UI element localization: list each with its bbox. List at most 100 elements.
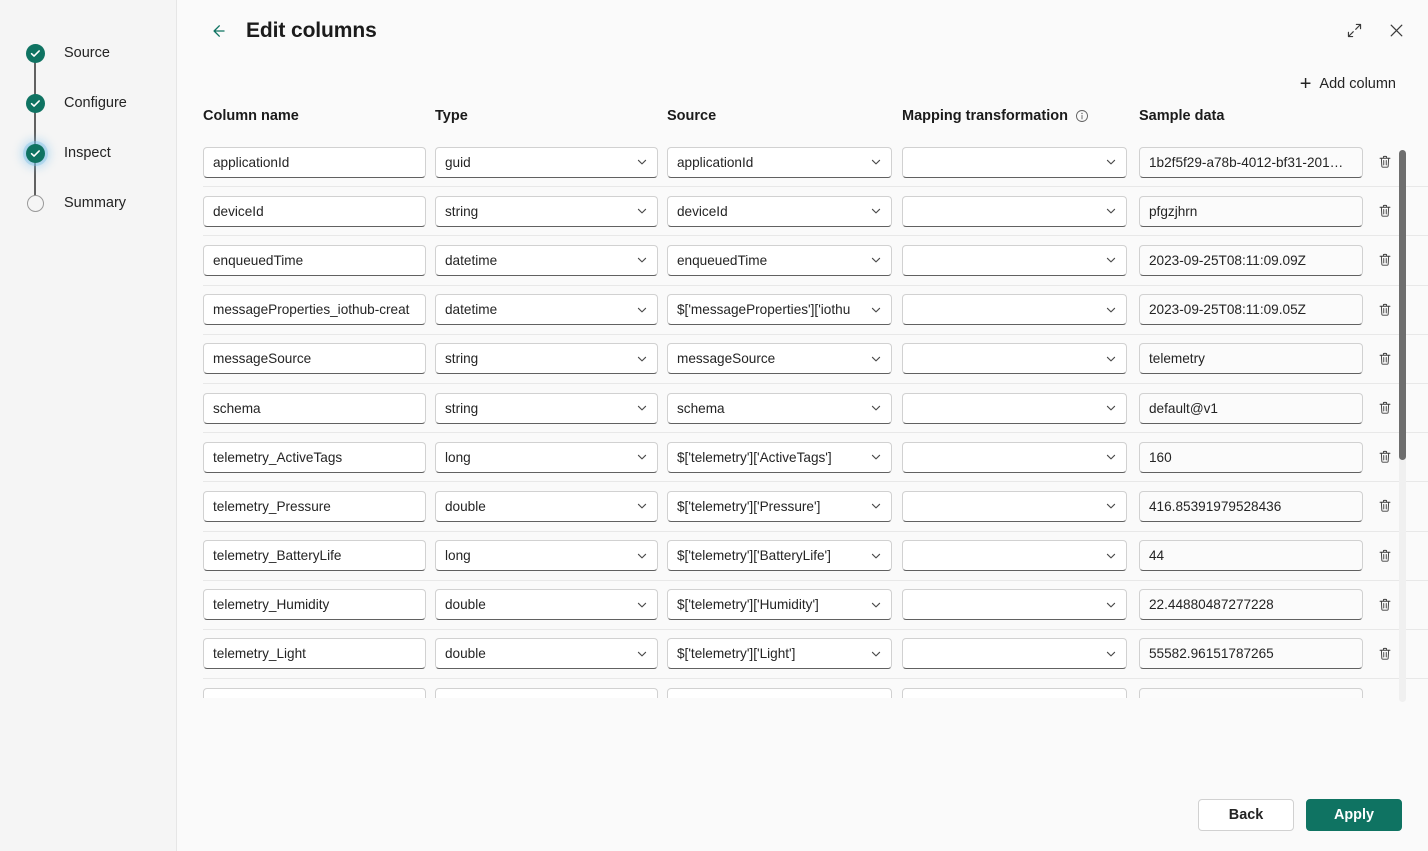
type-value: double [445,597,486,613]
source-select[interactable]: $['telemetry']['BatteryLife'] [667,540,892,572]
mapping-select[interactable] [902,638,1127,670]
source-select[interactable]: enqueuedTime [667,244,892,276]
sample-text: telemetry [1149,351,1205,367]
type-select[interactable] [435,688,658,698]
source-select[interactable]: applicationId [667,146,892,178]
trash-icon[interactable] [1372,395,1398,421]
sample-data-value: 44 [1139,540,1363,572]
type-select[interactable]: long [435,540,658,572]
trash-icon[interactable] [1372,198,1398,224]
wizard-steps: Source Configure Inspect Summary [0,0,176,228]
mapping-select[interactable] [902,294,1127,326]
column-name-input[interactable]: enqueuedTime [203,244,426,276]
column-name-input[interactable]: telemetry_ActiveTags [203,441,426,473]
mapping-select[interactable] [902,392,1127,424]
back-arrow-icon[interactable] [203,16,233,46]
source-select[interactable]: schema [667,392,892,424]
source-value: enqueuedTime [677,252,768,268]
wizard-step-summary[interactable]: Summary [0,178,176,228]
step-marker [25,93,45,113]
info-icon[interactable] [1075,109,1089,123]
chevron-down-icon [1105,205,1117,217]
type-select[interactable]: long [435,441,658,473]
chevron-down-icon [636,304,648,316]
type-select[interactable]: guid [435,146,658,178]
wizard-step-label: Configure [64,94,127,111]
trash-icon[interactable] [1372,592,1398,618]
header-mapping-label: Mapping transformation [902,108,1068,124]
type-select[interactable]: double [435,490,658,522]
trash-icon[interactable] [1372,247,1398,273]
source-select[interactable]: $['messageProperties']['iothu [667,294,892,326]
source-select[interactable]: messageSource [667,343,892,375]
header-column-name: Column name [203,108,299,124]
column-name-input[interactable]: telemetry_Humidity [203,589,426,621]
type-value: double [445,498,486,514]
mapping-select[interactable] [902,195,1127,227]
source-select[interactable]: $['telemetry']['Pressure'] [667,490,892,522]
column-name-input[interactable]: applicationId [203,146,426,178]
close-icon[interactable] [1380,14,1412,46]
source-select[interactable]: $['telemetry']['ActiveTags'] [667,441,892,473]
trash-icon[interactable] [1372,297,1398,323]
columns-grid: Column name Type Source Mapping transfor… [177,108,1428,704]
panel-header: Edit columns [177,0,1428,62]
source-select[interactable]: deviceId [667,195,892,227]
trash-icon[interactable] [1372,444,1398,470]
expand-diagonal-icon[interactable] [1338,14,1370,46]
column-name-input[interactable]: telemetry_BatteryLife [203,540,426,572]
sample-data-value [1139,688,1363,698]
mapping-select[interactable] [902,540,1127,572]
mapping-select[interactable] [902,441,1127,473]
type-select[interactable]: double [435,589,658,621]
trash-icon[interactable] [1372,493,1398,519]
type-select[interactable]: string [435,343,658,375]
wizard-step-label: Inspect [64,144,111,161]
column-name-input[interactable]: messageProperties_iothub-creat [203,294,426,326]
trash-icon[interactable] [1372,543,1398,569]
type-select[interactable]: string [435,195,658,227]
sample-data-value: 55582.96151787265 [1139,638,1363,670]
trash-icon[interactable] [1372,691,1398,698]
header-source: Source [667,108,717,124]
source-select[interactable]: $['telemetry']['Light'] [667,638,892,670]
mapping-select[interactable] [902,490,1127,522]
column-name-input[interactable]: schema [203,392,426,424]
mapping-select[interactable] [902,146,1127,178]
back-button[interactable]: Back [1198,799,1294,831]
wizard-step-configure[interactable]: Configure [0,78,176,128]
type-select[interactable]: string [435,392,658,424]
type-select[interactable]: double [435,638,658,670]
mapping-select[interactable] [902,688,1127,698]
apply-button[interactable]: Apply [1306,799,1402,831]
column-name-input[interactable] [203,688,426,698]
chevron-down-icon [636,550,648,562]
grid-header-row: Column name Type Source Mapping transfor… [177,108,1428,138]
column-name-value: messageSource [213,351,312,367]
column-name-value: deviceId [213,203,264,219]
column-name-input[interactable]: messageSource [203,343,426,375]
source-select[interactable] [667,688,892,698]
chevron-down-icon [870,500,882,512]
column-name-input[interactable]: deviceId [203,195,426,227]
wizard-step-source[interactable]: Source [0,28,176,78]
trash-icon[interactable] [1372,641,1398,667]
type-select[interactable]: datetime [435,294,658,326]
chevron-down-icon [870,648,882,660]
grid-scrollbar[interactable] [1399,150,1406,702]
mapping-select[interactable] [902,589,1127,621]
trash-icon[interactable] [1372,346,1398,372]
column-name-input[interactable]: telemetry_Light [203,638,426,670]
trash-icon[interactable] [1372,149,1398,175]
mapping-select[interactable] [902,244,1127,276]
source-select[interactable]: $['telemetry']['Humidity'] [667,589,892,621]
mapping-select[interactable] [902,343,1127,375]
scrollbar-thumb[interactable] [1399,150,1406,460]
table-row: telemetry_BatteryLife long $['telemetry'… [203,532,1428,581]
add-column-button[interactable]: + Add column [1298,70,1398,98]
sample-text: 160 [1149,449,1172,465]
type-select[interactable]: datetime [435,244,658,276]
column-name-input[interactable]: telemetry_Pressure [203,490,426,522]
wizard-step-inspect[interactable]: Inspect [0,128,176,178]
chevron-down-icon [1105,599,1117,611]
